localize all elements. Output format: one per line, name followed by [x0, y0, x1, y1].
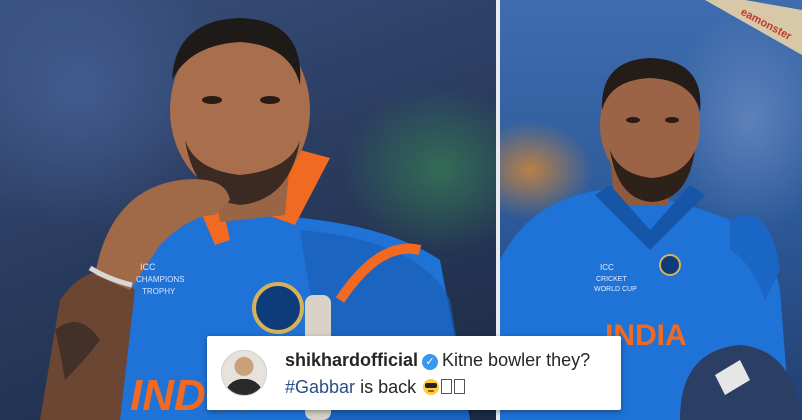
- right-eye-l: [626, 117, 640, 123]
- caption-tail: is back: [360, 377, 417, 397]
- left-patch-line3: TROPHY: [142, 287, 176, 296]
- right-crest: [659, 254, 681, 276]
- left-crest: [252, 282, 304, 334]
- caption-line-2: #Gabbar is back: [285, 377, 466, 398]
- missing-glyph-icon: [454, 379, 466, 394]
- left-patch-line2: CHAMPIONS: [136, 275, 184, 284]
- right-bat: [705, 0, 802, 55]
- caption-text: Kitne bowler they?: [442, 350, 591, 370]
- hashtag-link[interactable]: #Gabbar: [285, 377, 355, 397]
- missing-glyph-icon: [441, 379, 453, 394]
- caption-card: shikhardofficial ✓ Kitne bowler they? #Gab…: [207, 336, 621, 410]
- right-patch-line2: CRICKET: [596, 276, 627, 283]
- avatar[interactable]: [221, 350, 267, 396]
- right-patch-line3: WORLD CUP: [594, 286, 637, 293]
- username[interactable]: shikhardofficial: [285, 350, 418, 370]
- right-patch-line1: ICC: [600, 263, 614, 272]
- caption-line-1: shikhardofficial ✓ Kitne bowler they?: [285, 350, 590, 371]
- right-eye-r: [665, 117, 679, 123]
- verified-badge-icon: ✓: [422, 354, 439, 370]
- left-patch-line1: ICC: [140, 262, 156, 272]
- left-eye-l: [202, 96, 222, 104]
- sunglasses-emoji-icon: [423, 379, 440, 395]
- left-eye-r: [260, 96, 280, 104]
